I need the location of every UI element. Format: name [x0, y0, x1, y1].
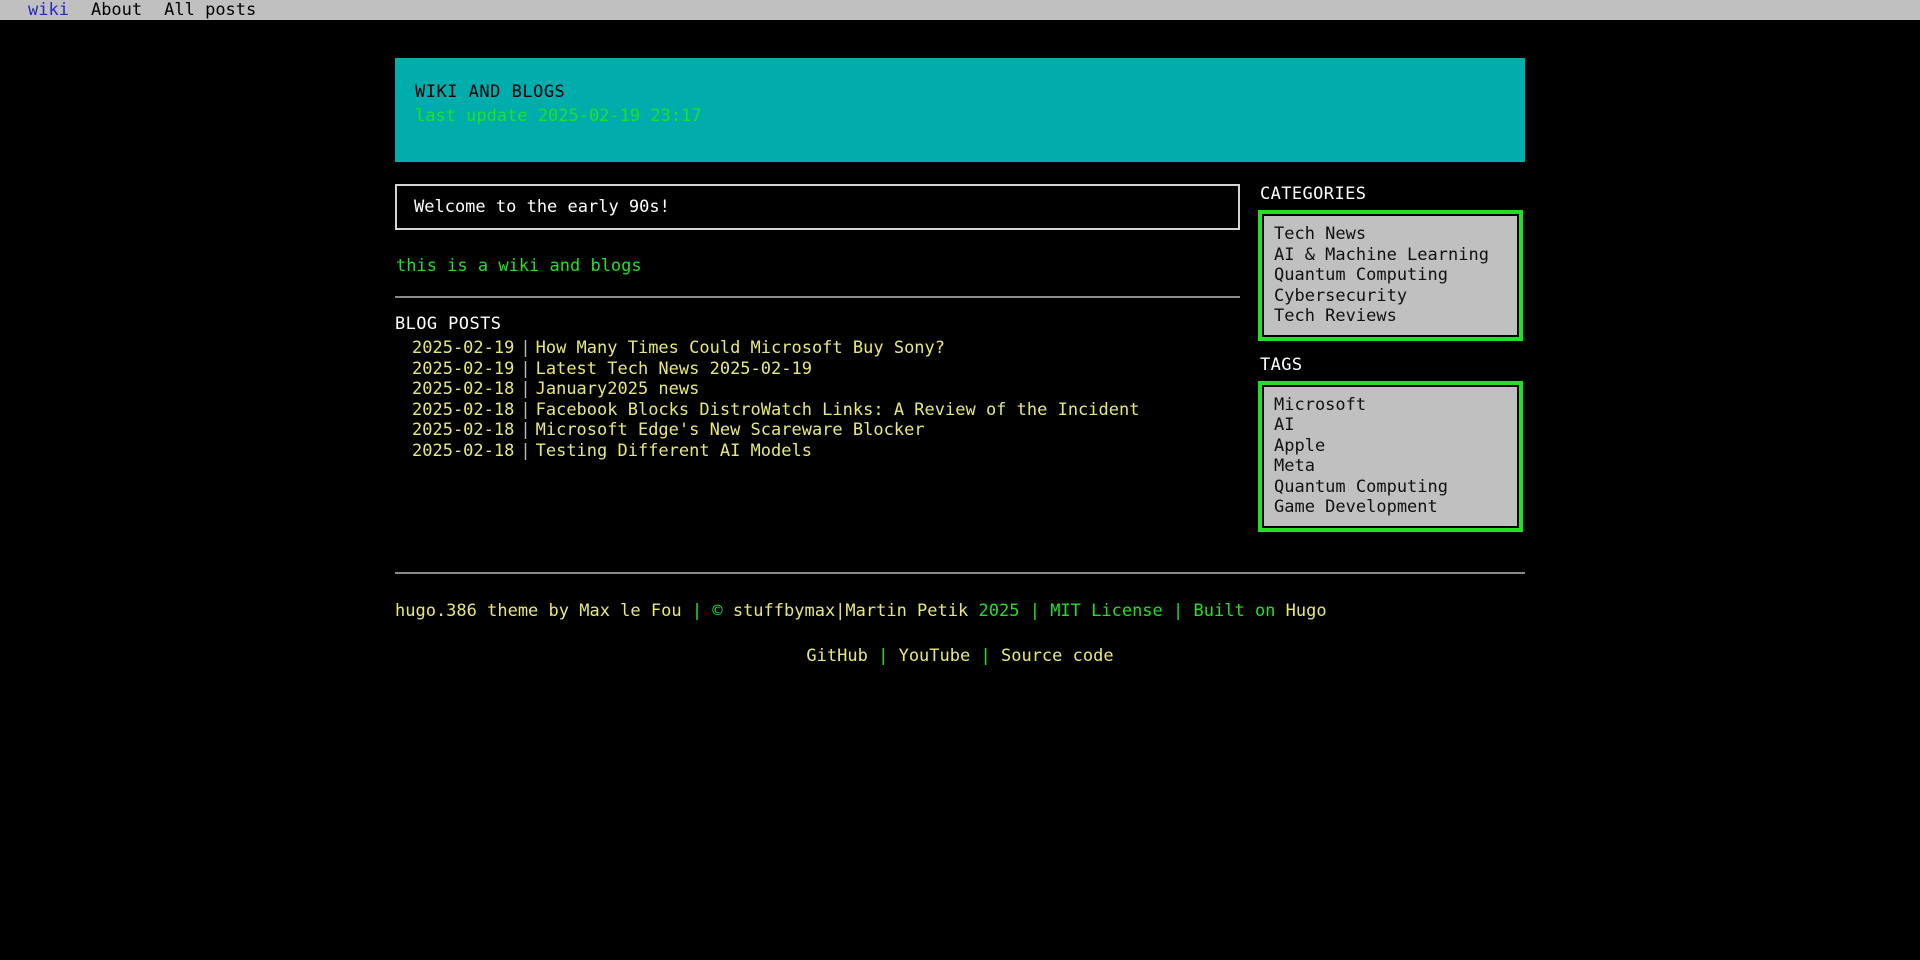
content-divider	[395, 296, 1240, 298]
page-container: WIKI AND BLOGS last update 2025-02-19 23…	[395, 22, 1525, 669]
blog-post-list: 2025-02-19|How Many Times Could Microsof…	[395, 338, 1240, 461]
post-separator: |	[514, 359, 535, 379]
list-item[interactable]: Tech News	[1274, 224, 1509, 245]
tag-link-quantum-computing[interactable]: Quantum Computing	[1274, 477, 1448, 497]
category-link-cybersecurity[interactable]: Cybersecurity	[1274, 286, 1407, 306]
nav-link-wiki[interactable]: wiki	[28, 2, 69, 19]
tags-list: Microsoft AI Apple Meta Quantum Computin…	[1274, 395, 1509, 518]
nav-link-about[interactable]: About	[91, 2, 142, 19]
list-item[interactable]: Meta	[1274, 456, 1509, 477]
top-navigation-bar: wiki About All posts	[0, 0, 1920, 22]
footer-year: 2025	[978, 601, 1019, 621]
list-item[interactable]: Quantum Computing	[1274, 477, 1509, 498]
footer-divider	[395, 572, 1525, 574]
tag-link-ai[interactable]: AI	[1274, 415, 1294, 435]
tag-link-apple[interactable]: Apple	[1274, 436, 1325, 456]
list-item[interactable]: 2025-02-18|Testing Different AI Models	[395, 441, 1240, 462]
categories-box: Tech News AI & Machine Learning Quantum …	[1258, 210, 1523, 341]
list-item[interactable]: AI	[1274, 415, 1509, 436]
author-link[interactable]: stuffbymax|Martin Petik	[733, 601, 968, 621]
tags-heading: TAGS	[1260, 355, 1523, 375]
post-separator: |	[514, 420, 535, 440]
list-item[interactable]: 2025-02-19|Latest Tech News 2025-02-19	[395, 359, 1240, 380]
tag-link-meta[interactable]: Meta	[1274, 456, 1315, 476]
footer-link-separator: |	[980, 646, 990, 666]
main-column: Welcome to the early 90s! this is a wiki…	[395, 184, 1240, 461]
post-title-link[interactable]: January2025 news	[536, 379, 700, 399]
post-title-link[interactable]: Microsoft Edge's New Scareware Blocker	[536, 420, 925, 440]
list-item[interactable]: AI & Machine Learning	[1274, 245, 1509, 266]
post-title-link[interactable]: Facebook Blocks DistroWatch Links: A Rev…	[536, 400, 1140, 420]
tag-link-microsoft[interactable]: Microsoft	[1274, 395, 1366, 415]
footer-separator-2: |	[1030, 601, 1040, 621]
post-separator: |	[514, 400, 535, 420]
post-title-link[interactable]: Latest Tech News 2025-02-19	[536, 359, 812, 379]
post-date: 2025-02-18	[412, 400, 514, 420]
tag-link-game-development[interactable]: Game Development	[1274, 497, 1438, 517]
site-title: WIKI AND BLOGS	[415, 82, 1525, 103]
list-item[interactable]: 2025-02-18|January2025 news	[395, 379, 1240, 400]
tags-widget: TAGS Microsoft AI Apple Meta Quantum Com…	[1258, 355, 1523, 532]
last-update-text: last update 2025-02-19 23:17	[415, 106, 1525, 127]
category-link-ai-machine-learning[interactable]: AI & Machine Learning	[1274, 245, 1489, 265]
generator-link[interactable]: Hugo	[1286, 601, 1327, 621]
list-item[interactable]: Cybersecurity	[1274, 286, 1509, 307]
footer: hugo.386 theme by Max le Fou | © stuffby…	[395, 572, 1525, 670]
post-date: 2025-02-18	[412, 441, 514, 461]
footer-link-separator: |	[878, 646, 888, 666]
categories-list: Tech News AI & Machine Learning Quantum …	[1274, 224, 1509, 327]
footer-links-line: GitHub | YouTube | Source code	[395, 645, 1525, 669]
welcome-box: Welcome to the early 90s!	[395, 184, 1240, 230]
list-item[interactable]: Apple	[1274, 436, 1509, 457]
tags-box: Microsoft AI Apple Meta Quantum Computin…	[1258, 381, 1523, 532]
list-item[interactable]: 2025-02-18|Facebook Blocks DistroWatch L…	[395, 400, 1240, 421]
footer-link-source-code[interactable]: Source code	[1001, 646, 1114, 666]
copyright-icon: ©	[712, 601, 722, 621]
hero-banner: WIKI AND BLOGS last update 2025-02-19 23…	[395, 58, 1525, 162]
built-on-text: Built on	[1194, 601, 1276, 621]
category-link-quantum-computing[interactable]: Quantum Computing	[1274, 265, 1448, 285]
license-link[interactable]: MIT License	[1050, 601, 1163, 621]
nav-link-all-posts[interactable]: All posts	[164, 2, 256, 19]
post-separator: |	[514, 338, 535, 358]
post-date: 2025-02-18	[412, 420, 514, 440]
post-title-link[interactable]: How Many Times Could Microsoft Buy Sony?	[536, 338, 945, 358]
categories-heading: CATEGORIES	[1260, 184, 1523, 204]
theme-credit-link[interactable]: hugo.386 theme by Max le Fou	[395, 601, 682, 621]
post-separator: |	[514, 379, 535, 399]
blog-posts-heading: BLOG POSTS	[395, 314, 1240, 334]
category-link-tech-reviews[interactable]: Tech Reviews	[1274, 306, 1397, 326]
list-item[interactable]: Game Development	[1274, 497, 1509, 518]
list-item[interactable]: Tech Reviews	[1274, 306, 1509, 327]
content-grid: Welcome to the early 90s! this is a wiki…	[395, 184, 1525, 546]
list-item[interactable]: Microsoft	[1274, 395, 1509, 416]
list-item[interactable]: 2025-02-18|Microsoft Edge's New Scarewar…	[395, 420, 1240, 441]
list-item[interactable]: 2025-02-19|How Many Times Could Microsof…	[395, 338, 1240, 359]
footer-separator-3: |	[1173, 601, 1183, 621]
post-separator: |	[514, 441, 535, 461]
post-date: 2025-02-19	[412, 359, 514, 379]
welcome-text: Welcome to the early 90s!	[414, 197, 670, 217]
intro-text: this is a wiki and blogs	[395, 256, 1240, 276]
sidebar: CATEGORIES Tech News AI & Machine Learni…	[1258, 184, 1523, 546]
footer-credit-line: hugo.386 theme by Max le Fou | © stuffby…	[395, 600, 1525, 624]
list-item[interactable]: Quantum Computing	[1274, 265, 1509, 286]
footer-link-youtube[interactable]: YouTube	[899, 646, 971, 666]
footer-link-github[interactable]: GitHub	[806, 646, 867, 666]
post-date: 2025-02-19	[412, 338, 514, 358]
category-link-tech-news[interactable]: Tech News	[1274, 224, 1366, 244]
post-date: 2025-02-18	[412, 379, 514, 399]
footer-separator-1: |	[692, 601, 702, 621]
categories-widget: CATEGORIES Tech News AI & Machine Learni…	[1258, 184, 1523, 341]
post-title-link[interactable]: Testing Different AI Models	[536, 441, 812, 461]
